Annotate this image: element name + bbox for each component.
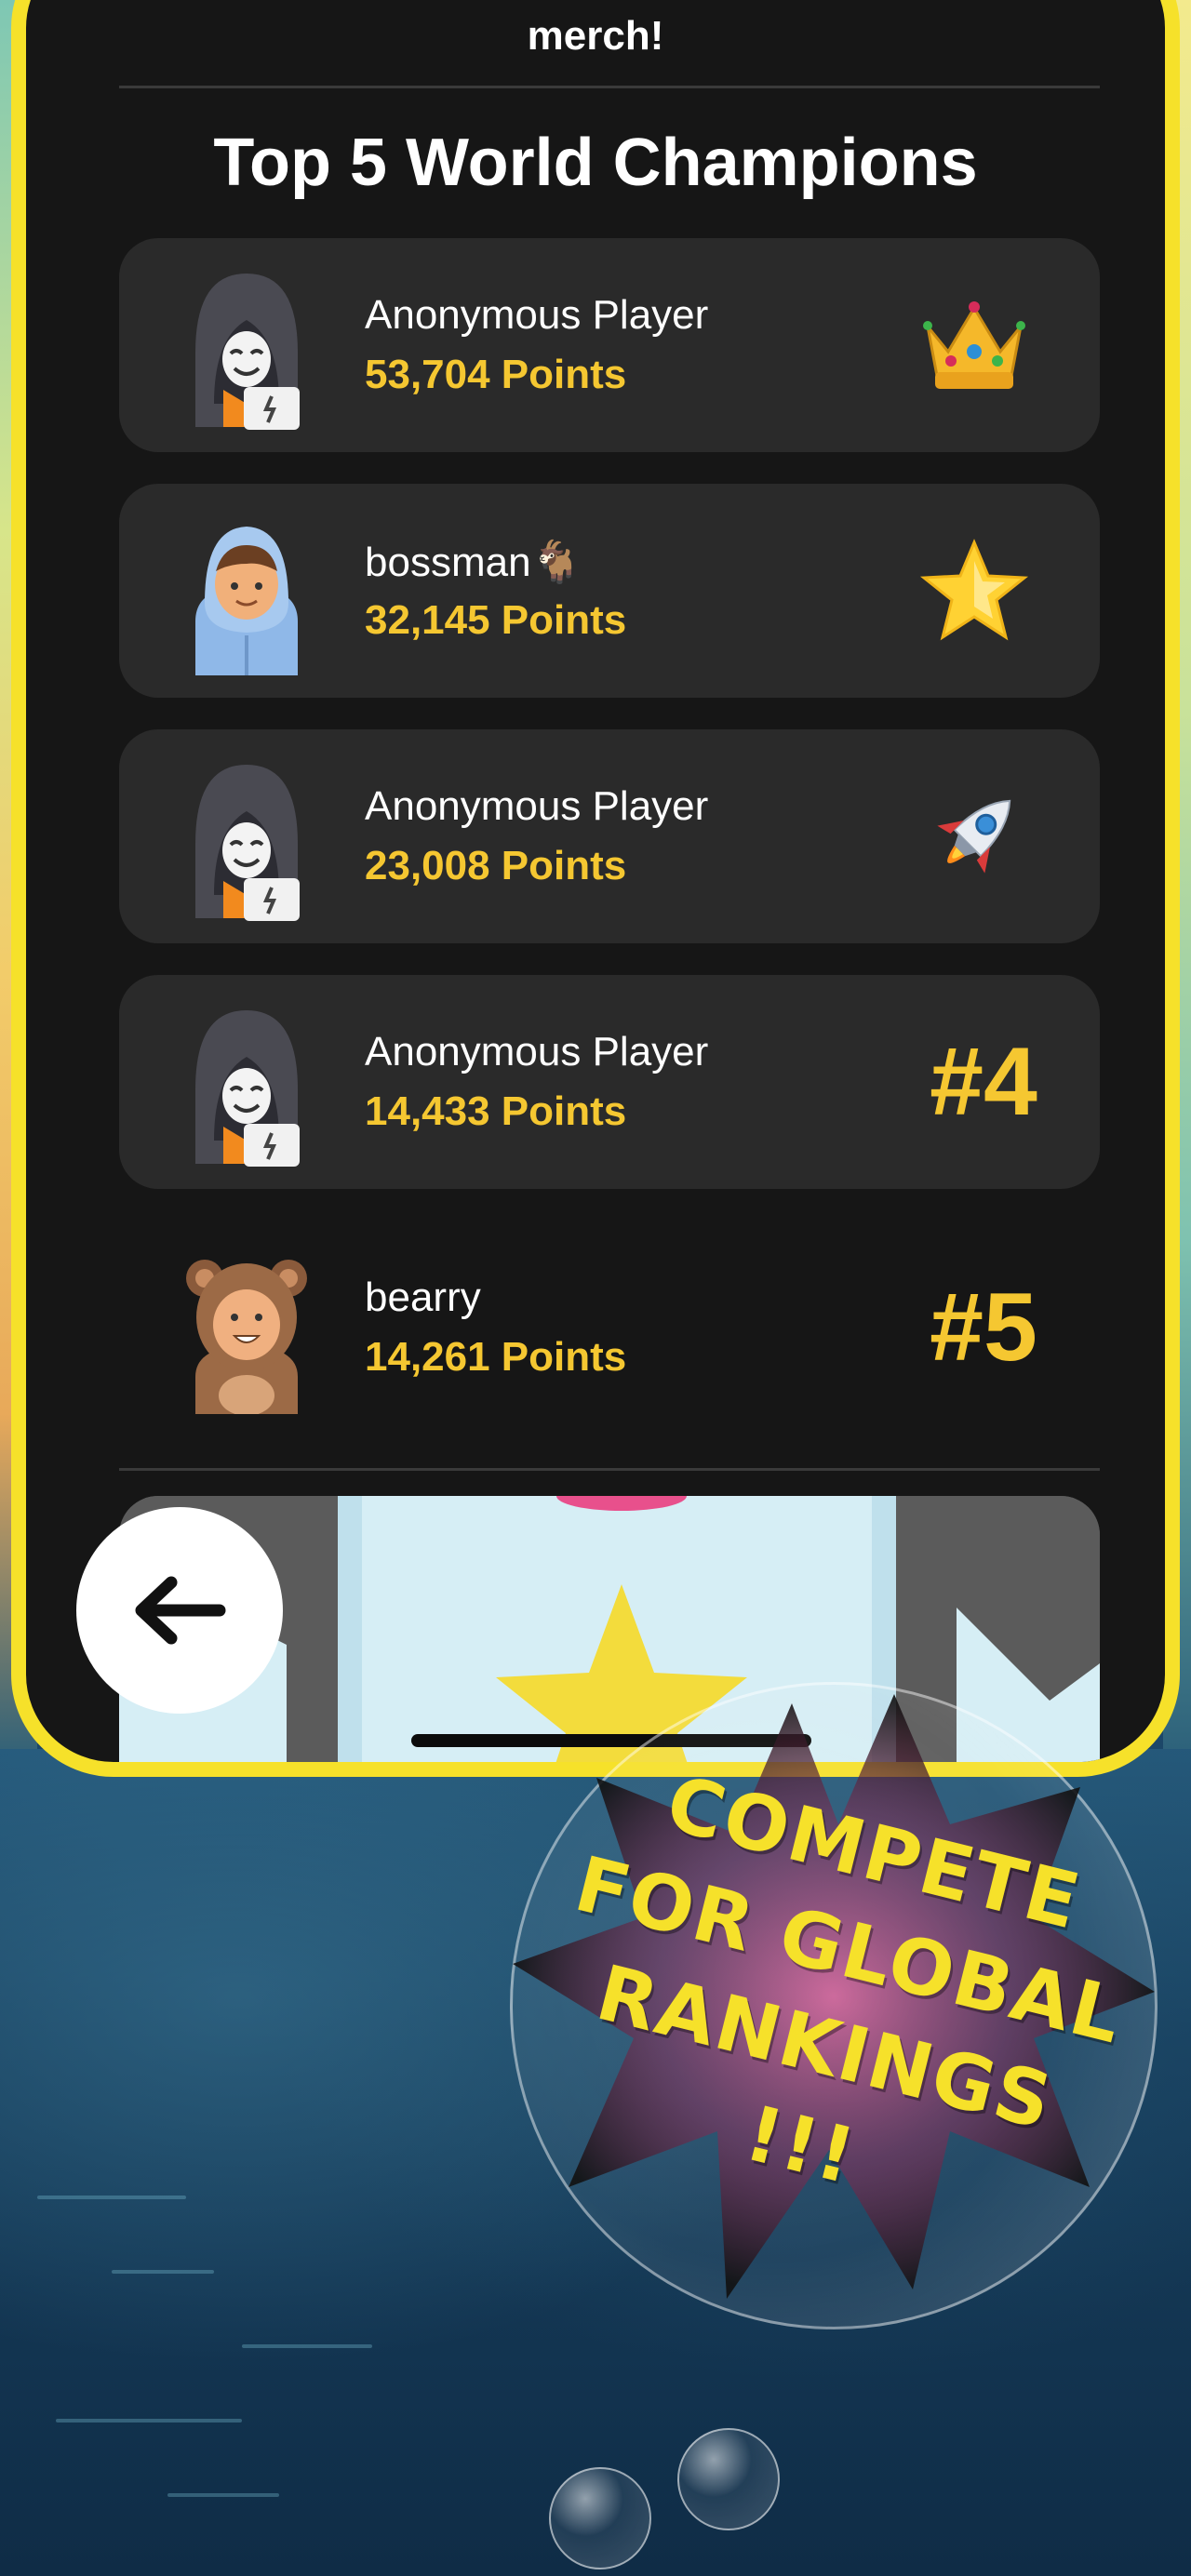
bear-avatar-icon [186, 1260, 307, 1414]
player-points: 32,145 Points [365, 597, 627, 643]
crown-icon [914, 285, 1035, 406]
player-name: Anonymous Player [365, 783, 709, 829]
leaderboard-row-2[interactable]: bossman🐐 32,145 Points [119, 484, 1100, 698]
leaderboard-row-5[interactable]: bearry 14,261 Points #5 [119, 1221, 1100, 1435]
rank-number: #5 [930, 1273, 1037, 1381]
player-name: Anonymous Player [365, 292, 709, 338]
leaderboard-row-4[interactable]: Anonymous Player 14,433 Points #4 [119, 975, 1100, 1189]
page-title: Top 5 World Champions [213, 126, 978, 200]
rocket-icon [914, 776, 1035, 897]
hacker-avatar-icon [195, 274, 300, 430]
rank-badge: #5 [923, 1267, 1044, 1388]
rank-number: #4 [930, 1027, 1037, 1136]
player-points: 53,704 Points [365, 352, 627, 397]
bottom-divider [119, 1468, 1100, 1471]
back-button[interactable] [76, 1507, 283, 1714]
leaderboard-screen: merch! Top 5 World Champions Anonymous P… [26, 0, 1165, 1762]
player-points: 14,261 Points [365, 1334, 627, 1380]
player-name: Anonymous Player [365, 1029, 709, 1074]
arrow-left-icon [135, 1576, 226, 1645]
player-name: bearry [365, 1275, 481, 1320]
player-name: bossman🐐 [365, 540, 582, 585]
rank-badge: #4 [923, 1021, 1044, 1142]
player-points: 14,433 Points [365, 1088, 627, 1134]
bubble-small-2 [549, 2467, 651, 2569]
bubble-small-1 [677, 2428, 780, 2530]
hacker-avatar-icon [195, 1010, 300, 1167]
leaderboard-row-3[interactable]: Anonymous Player 23,008 Points [119, 729, 1100, 943]
leaderboard-row-1[interactable]: Anonymous Player 53,704 Points [119, 238, 1100, 452]
hacker-avatar-icon [195, 765, 300, 921]
player-points: 23,008 Points [365, 843, 627, 888]
star-icon [914, 530, 1035, 651]
merch-text: merch! [527, 13, 664, 59]
hoodie-boy-avatar-icon [195, 527, 298, 675]
top-divider [119, 86, 1100, 88]
